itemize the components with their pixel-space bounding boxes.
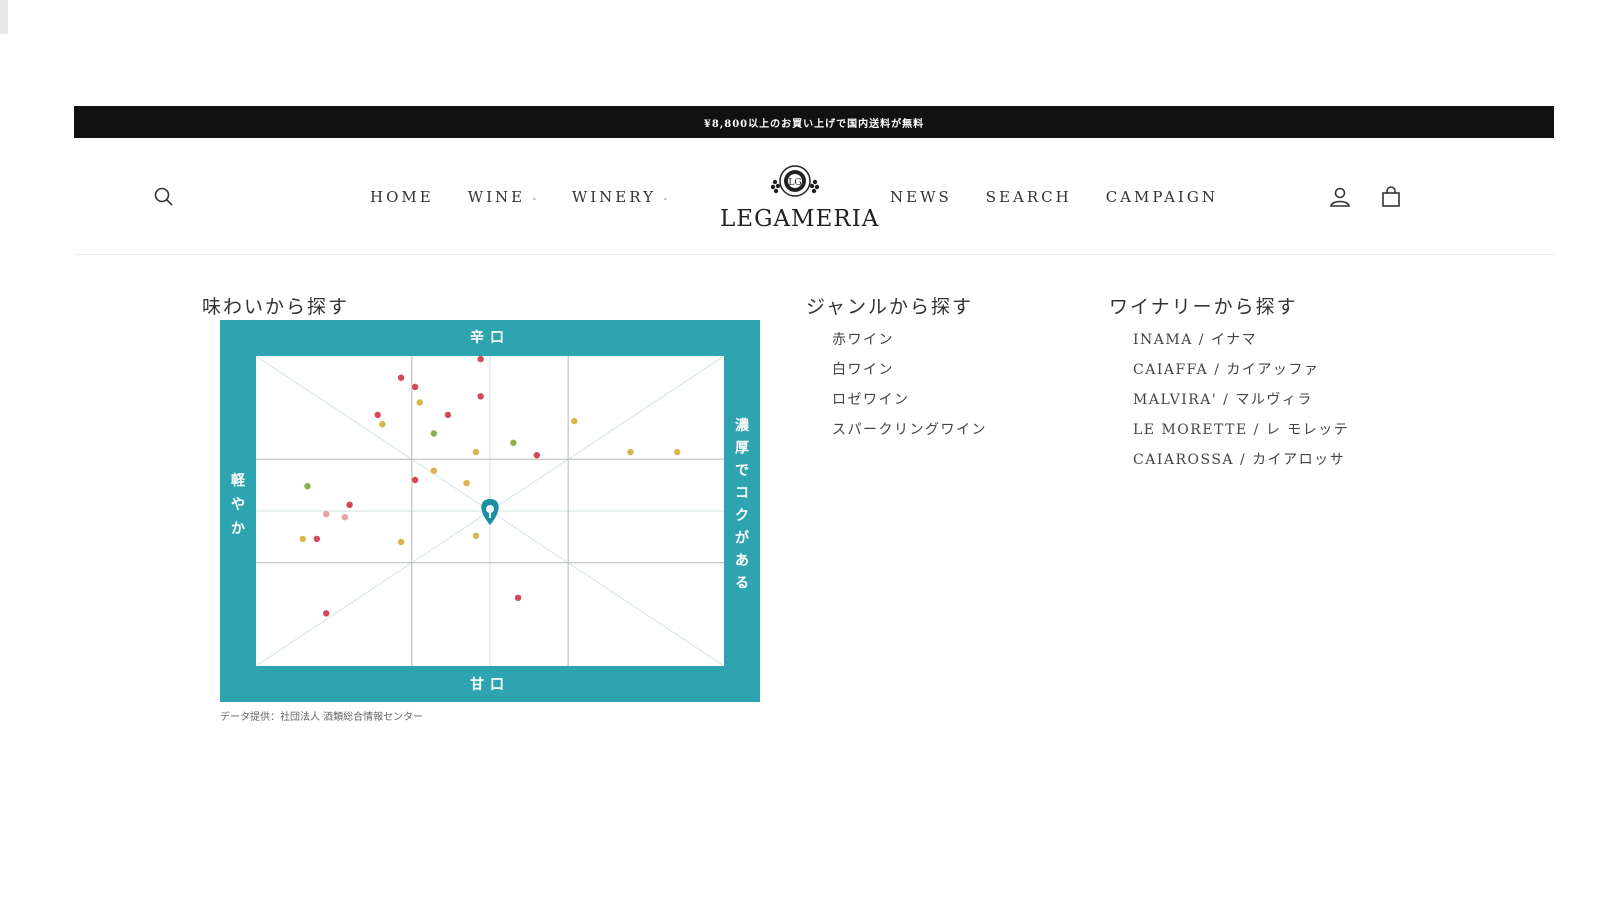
chart-left-label: 軽やか [231, 472, 246, 537]
site-logo[interactable]: LG LEGAMERIA [720, 162, 880, 232]
taste-section-title: 味わいから探す [202, 296, 350, 318]
chart-point[interactable] [472, 448, 480, 456]
chart-right-label-char: で [735, 463, 749, 479]
chart-point[interactable] [299, 535, 306, 543]
chart-point[interactable] [379, 421, 386, 428]
data-credit: データ提供：社団法人 酒類総合情報センター [220, 712, 424, 723]
winery-list: INAMA / イナマ CAIAFFA / カイアッファ MALVIRA' / … [1133, 325, 1349, 475]
chart-right-label-char: 濃 [735, 417, 750, 434]
svg-text:LG: LG [788, 178, 801, 188]
chart-point[interactable] [397, 538, 405, 546]
announcement-bar: ¥8,800以上のお買い上げで国内送料が無料 [74, 106, 1554, 138]
chevron-down-icon: ⌄ [661, 192, 669, 202]
nav-search-label: SEARCH [985, 188, 1072, 206]
nav-left: HOME WINE ⌄ WINERY ⌄ [370, 188, 669, 206]
logo-wordmark: LEGAMERIA [720, 206, 880, 232]
nav-search[interactable]: SEARCH [986, 188, 1072, 206]
nav-wine-label: WINE [467, 188, 526, 206]
announcement-text: ¥8,800以上のお買い上げで国内送料が無料 [703, 118, 925, 130]
chart-left-label-char: 軽 [231, 472, 246, 489]
chart-point[interactable] [397, 374, 405, 381]
winery-link-le-morette[interactable]: LE MORETTE / レ モレッテ [1133, 415, 1349, 445]
chart-point[interactable] [472, 532, 480, 539]
chart-point[interactable] [411, 383, 419, 391]
winery-link-inama[interactable]: INAMA / イナマ [1133, 325, 1349, 355]
user-icon[interactable] [1328, 185, 1352, 209]
chart-point[interactable] [514, 594, 522, 601]
chart-right-label-char: コ [735, 486, 749, 502]
nav-winery-label: WINERY [571, 188, 656, 206]
chart-point[interactable] [411, 476, 419, 484]
chart-left-label-char: や [231, 497, 245, 513]
chart-point[interactable] [627, 448, 634, 456]
winery-section: ワイナリーから探す INAMA / イナマ CAIAFFA / カイアッファ M… [1109, 292, 1349, 475]
genre-list: 赤ワイン 白ワイン ロゼワイン スパークリングワイン [832, 325, 987, 445]
genre-link-red[interactable]: 赤ワイン [832, 325, 987, 355]
chart-point[interactable] [416, 399, 423, 406]
site-header: HOME WINE ⌄ WINERY ⌄ LG LEGAMERIA NEWS SEA… [74, 138, 1554, 255]
chart-point[interactable] [571, 417, 578, 425]
winery-link-malvira[interactable]: MALVIRA' / マルヴィラ [1133, 385, 1349, 415]
genre-section-title: ジャンルから探す [806, 296, 974, 318]
bag-icon[interactable] [1379, 185, 1403, 209]
nav-home[interactable]: HOME [370, 188, 434, 206]
chart-point[interactable] [533, 452, 540, 459]
genre-section: ジャンルから探す 赤ワイン 白ワイン ロゼワイン スパークリングワイン [806, 292, 987, 445]
chart-point[interactable] [313, 535, 321, 543]
chart-point[interactable] [374, 411, 381, 419]
winery-link-caiarossa[interactable]: CAIAROSSA / カイアロッサ [1133, 445, 1349, 475]
nav-campaign-label: CAMPAIGN [1105, 188, 1218, 206]
chart-top-label: 辛口 [470, 329, 510, 346]
chart-point[interactable] [430, 467, 438, 474]
nav-news[interactable]: NEWS [890, 188, 952, 206]
chart-right-label-char: が [735, 530, 750, 547]
winery-section-title: ワイナリーから探す [1109, 296, 1298, 318]
chart-point[interactable] [323, 510, 330, 518]
chart-right-label-char: 厚 [735, 441, 749, 457]
chart-right-label-char: ク [735, 508, 749, 524]
chart-right-label-char: あ [735, 553, 749, 569]
logo-emblem-icon: LG [770, 165, 820, 197]
genre-link-white[interactable]: 白ワイン [832, 355, 987, 385]
chart-point[interactable] [304, 483, 311, 490]
chart-right-label-char: る [735, 576, 749, 592]
window-edge [0, 0, 8, 34]
chart-point[interactable] [323, 610, 330, 617]
chart-left-label-char: か [231, 521, 245, 537]
nav-right: NEWS SEARCH CAMPAIGN [890, 188, 1218, 206]
nav-winery[interactable]: WINERY ⌄ [572, 188, 669, 206]
chart-point[interactable] [510, 439, 517, 446]
page-frame: ¥8,800以上のお買い上げで国内送料が無料 HOME WINE ⌄ WINERY… [74, 106, 1554, 723]
chart-point[interactable] [430, 430, 438, 437]
chart-point[interactable] [674, 448, 681, 456]
chart-point[interactable] [444, 411, 452, 419]
nav-campaign[interactable]: CAMPAIGN [1106, 188, 1218, 206]
taste-chart-svg: 辛口 甘口 軽やか 濃厚でコクがある [220, 320, 760, 702]
genre-link-sparkling[interactable]: スパークリングワイン [832, 415, 987, 445]
chevron-down-icon: ⌄ [531, 192, 538, 202]
genre-link-rose[interactable]: ロゼワイン [832, 385, 987, 415]
pin-dot [486, 505, 494, 513]
chart-point[interactable] [463, 479, 470, 487]
taste-chart: 辛口 甘口 軽やか 濃厚でコクがある [220, 320, 760, 702]
chart-bottom-label: 甘口 [470, 676, 510, 693]
nav-news-label: NEWS [890, 188, 952, 206]
chart-point[interactable] [341, 514, 349, 521]
nav-wine[interactable]: WINE ⌄ [468, 188, 538, 206]
nav-home-label: HOME [370, 188, 434, 206]
chart-point[interactable] [477, 355, 484, 363]
chart-point[interactable] [346, 501, 353, 508]
winery-link-caiaffa[interactable]: CAIAFFA / カイアッファ [1133, 355, 1349, 385]
pin-stem [489, 512, 491, 518]
search-icon[interactable] [152, 185, 176, 209]
chart-point[interactable] [477, 393, 484, 400]
